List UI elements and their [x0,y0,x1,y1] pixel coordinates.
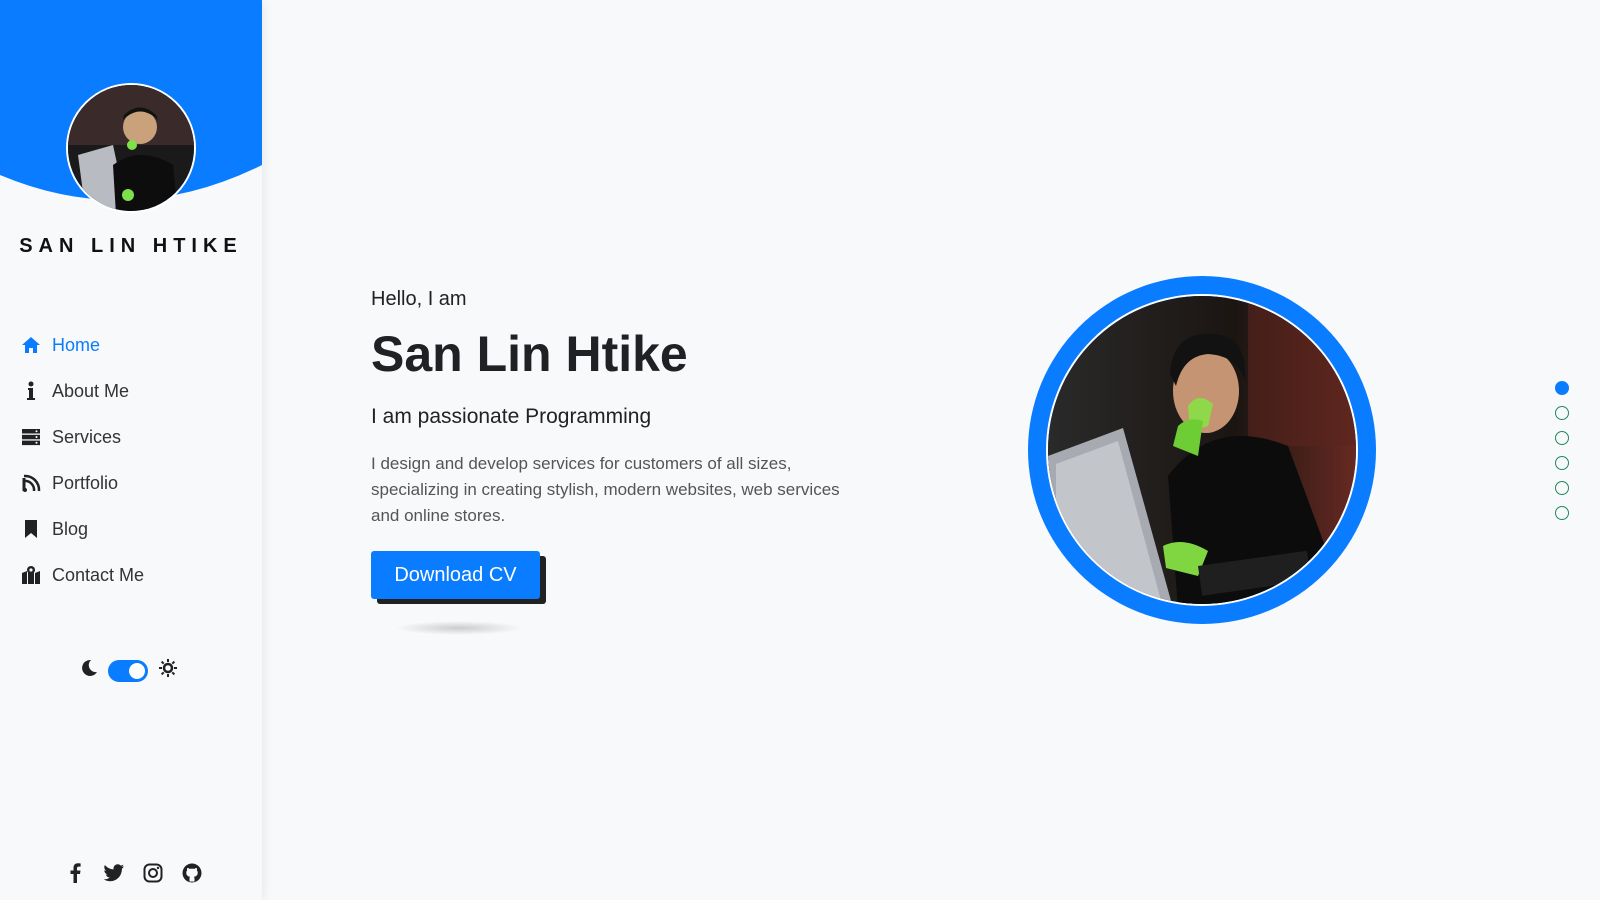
download-cv-button[interactable]: Download CV [371,551,540,599]
nav-label: Home [52,334,101,355]
sidebar: SAN LIN HTIKE Home About Me Services Por… [0,0,262,900]
map-marker-icon [20,564,42,586]
section-dot[interactable] [1555,506,1569,520]
theme-switcher [80,658,178,683]
portfolio-icon [20,472,42,494]
nav-label: Contact Me [52,564,145,585]
moon-icon [80,659,98,682]
instagram-icon[interactable] [142,862,164,884]
hero-section: Hello, I am San Lin Htike I am passionat… [371,288,871,641]
server-icon [20,426,42,448]
nav-item-about-me[interactable]: About Me [20,368,144,414]
nav-label: About Me [52,380,130,401]
home-icon [20,334,42,356]
theme-toggle[interactable] [108,659,148,682]
section-dots [1555,381,1569,520]
facebook-icon[interactable] [64,862,86,884]
download-cv-wrapper: Download CV [371,551,551,641]
social-links [64,862,203,884]
avatar-photo [68,85,194,211]
bookmark-icon [20,518,42,540]
hero-tagline: I am passionate Programming [371,405,652,428]
section-dot[interactable] [1555,431,1569,445]
info-icon [20,380,42,402]
section-dot[interactable] [1555,381,1569,395]
nav-item-home[interactable]: Home [20,322,144,368]
section-dot[interactable] [1555,406,1569,420]
brand-name: SAN LIN HTIKE [19,235,243,257]
download-cv-floor-shadow [395,621,523,635]
nav-item-services[interactable]: Services [20,414,144,460]
nav-label: Portfolio [52,472,119,493]
hero-portrait [1028,276,1376,624]
hero-name: San Lin Htike [371,326,688,382]
nav-item-contact-me[interactable]: Contact Me [20,552,144,598]
nav-label: Blog [52,518,89,539]
nav-item-portfolio[interactable]: Portfolio [20,460,144,506]
hero-greeting: Hello, I am [371,288,467,310]
section-dot[interactable] [1555,481,1569,495]
twitter-icon[interactable] [103,862,125,884]
github-icon[interactable] [181,862,203,884]
nav-item-blog[interactable]: Blog [20,506,144,552]
sun-icon [158,658,178,683]
hero-description: I design and develop services for custom… [371,454,840,525]
avatar [66,83,196,213]
nav-label: Services [52,426,122,447]
toggle-knob [129,662,145,679]
section-dot[interactable] [1555,456,1569,470]
sidebar-nav: Home About Me Services Portfolio Blog Co… [20,322,144,598]
hero-portrait-photo [1046,294,1358,606]
